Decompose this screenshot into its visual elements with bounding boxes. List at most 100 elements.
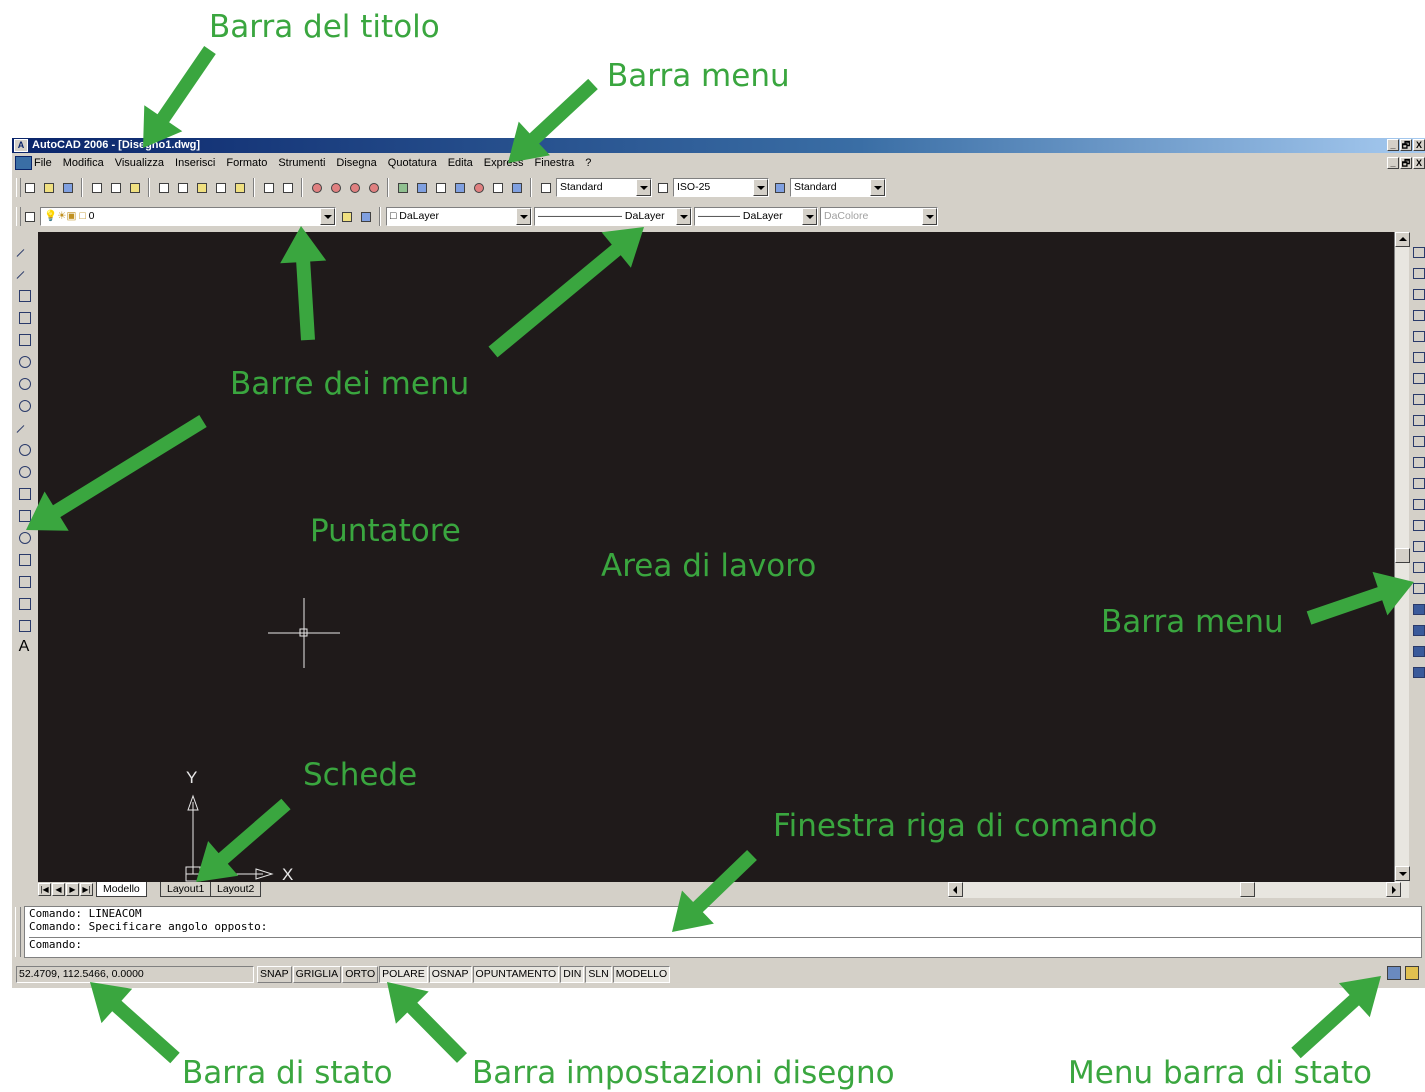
open-icon[interactable] [40,179,57,196]
tool-palettes-icon[interactable] [432,179,449,196]
vertical-scrollbar[interactable] [1394,232,1410,882]
save-icon[interactable] [59,179,76,196]
layer-manager-icon[interactable] [21,208,38,225]
chamfer-icon[interactable] [1409,538,1425,554]
scroll-down-button[interactable] [1395,866,1410,881]
mirror-icon[interactable] [1409,286,1425,302]
polyline-icon[interactable] [16,286,32,305]
insert-block-icon[interactable] [16,484,32,503]
cut-icon[interactable] [155,179,172,196]
draworder-back-icon[interactable] [1409,622,1425,638]
otrack-toggle[interactable]: OPUNTAMENTO [472,965,560,983]
gradient-icon[interactable] [16,572,32,591]
table-style-select[interactable]: Standard [790,178,886,197]
region-icon[interactable] [16,594,32,613]
color-select[interactable]: □ DaLayer [386,207,532,226]
menu-visualizza[interactable]: Visualizza [115,157,164,169]
ortho-toggle[interactable]: ORTO [342,965,379,983]
sheet-set-icon[interactable] [451,179,468,196]
spline-icon[interactable] [16,418,32,437]
next-tab-button[interactable]: ▶ [66,883,79,896]
menu-inserisci[interactable]: Inserisci [175,157,215,169]
draworder-front-icon[interactable] [1409,601,1425,617]
model-toggle[interactable]: MODELLO [612,965,671,983]
osnap-toggle[interactable]: OSNAP [428,965,472,983]
horizontal-scrollbar[interactable] [948,882,1409,898]
chevron-down-icon[interactable] [320,208,335,225]
tab-layout2[interactable]: Layout2 [210,882,262,897]
menu-strumenti[interactable]: Strumenti [278,157,325,169]
hatch-icon[interactable] [16,550,32,569]
zoom-window-icon[interactable] [346,179,363,196]
linetype-select[interactable]: ———————— DaLayer [534,207,692,226]
pan-icon[interactable] [308,179,325,196]
layer-select[interactable]: 💡☀▣ □ 0 [40,207,336,226]
zoom-realtime-icon[interactable] [327,179,344,196]
scale-icon[interactable] [1409,391,1425,407]
menu-modifica[interactable]: Modifica [63,157,104,169]
draworder-above-icon[interactable] [1409,643,1425,659]
new-icon[interactable] [21,179,38,196]
extend-icon[interactable] [1409,454,1425,470]
match-properties-icon[interactable] [212,179,229,196]
chevron-down-icon[interactable] [516,208,531,225]
chevron-down-icon[interactable] [802,208,817,225]
move-icon[interactable] [1409,349,1425,365]
doc-restore-button[interactable]: 🗗 [1400,157,1412,169]
rotate-icon[interactable] [1409,370,1425,386]
revision-cloud-icon[interactable] [16,396,32,415]
make-current-layer-icon[interactable] [338,208,355,225]
dyn-toggle[interactable]: DIN [560,965,585,983]
menu-file[interactable]: File [34,157,52,169]
chevron-down-icon[interactable] [753,179,768,196]
properties-icon[interactable] [394,179,411,196]
scroll-thumb[interactable] [1395,548,1410,563]
autocad-app-icon[interactable]: A [14,139,28,152]
zoom-previous-icon[interactable] [365,179,382,196]
construction-line-icon[interactable] [16,264,32,283]
rectangle-icon[interactable] [16,330,32,349]
ellipse-arc-icon[interactable] [16,462,32,481]
menu-formato[interactable]: Formato [226,157,267,169]
horizontal-scroll-thumb[interactable] [1240,882,1255,897]
menu-finestra[interactable]: Finestra [535,157,575,169]
print-icon[interactable] [88,179,105,196]
stretch-icon[interactable] [1409,412,1425,428]
chevron-down-icon[interactable] [636,179,651,196]
ellipse-icon[interactable] [16,440,32,459]
table-icon[interactable] [16,616,32,635]
prev-tab-button[interactable]: ◀ [52,883,65,896]
first-tab-button[interactable]: |◀ [38,883,51,896]
grid-toggle[interactable]: GRIGLIA [292,965,342,983]
line-icon[interactable] [16,242,32,261]
minimize-button[interactable]: _ [1387,139,1399,151]
command-line-window[interactable]: Comando: LINEACOM Comando: Specificare a… [15,906,1422,958]
doc-close-button[interactable]: X [1413,157,1425,169]
command-window-grip[interactable] [15,907,21,957]
doc-minimize-button[interactable]: _ [1387,157,1399,169]
point-icon[interactable] [16,528,32,547]
lwt-toggle[interactable]: SLN [585,965,612,983]
redo-icon[interactable] [279,179,296,196]
offset-icon[interactable] [1409,307,1425,323]
scroll-right-button[interactable] [1386,882,1401,897]
erase-icon[interactable] [1409,244,1425,260]
design-center-icon[interactable] [413,179,430,196]
plot-style-select[interactable]: DaColore [820,207,938,226]
snap-toggle[interactable]: SNAP [257,965,292,983]
menu-help[interactable]: ? [585,157,591,169]
layer-previous-icon[interactable] [357,208,374,225]
tab-layout1[interactable]: Layout1 [160,882,212,897]
print-preview-icon[interactable] [107,179,124,196]
menu-edita[interactable]: Edita [448,157,473,169]
join-icon[interactable] [1409,517,1425,533]
fillet-icon[interactable] [1409,559,1425,575]
copy-object-icon[interactable] [1409,265,1425,281]
close-button[interactable]: X [1413,139,1425,151]
polar-toggle[interactable]: POLARE [379,965,428,983]
command-prompt[interactable]: Comando: [29,938,1421,951]
calculator-icon[interactable] [489,179,506,196]
dim-style-select[interactable]: ISO-25 [673,178,769,197]
draworder-under-icon[interactable] [1409,664,1425,680]
make-block-icon[interactable] [16,506,32,525]
